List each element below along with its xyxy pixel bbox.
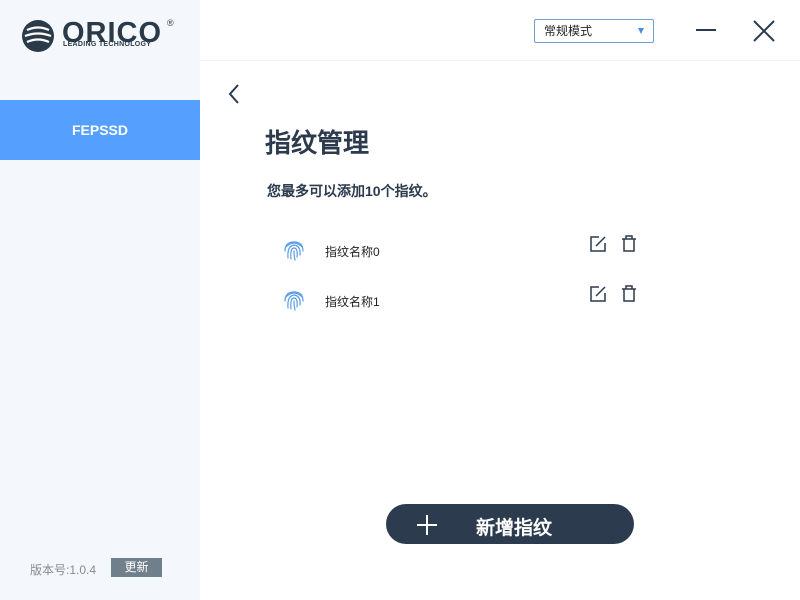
version-label: 版本号:1.0.4 bbox=[30, 563, 97, 577]
close-icon[interactable] bbox=[751, 18, 777, 44]
edit-icon[interactable] bbox=[588, 234, 608, 254]
fingerprint-list-item: 指纹名称0 bbox=[280, 234, 640, 264]
app-window: ORICO ® LEADING TECHNOLOGY FEPSSD 版本号:1.… bbox=[0, 0, 800, 600]
sidebar: ORICO ® LEADING TECHNOLOGY FEPSSD 版本号:1.… bbox=[0, 0, 200, 600]
fingerprint-list-item: 指纹名称1 bbox=[280, 284, 640, 314]
chevron-down-icon bbox=[638, 28, 644, 34]
mode-select[interactable]: 常规模式 bbox=[534, 19, 654, 43]
orico-logo-icon bbox=[22, 20, 54, 52]
trash-icon[interactable] bbox=[619, 234, 639, 254]
fingerprint-icon bbox=[284, 291, 304, 311]
brand-logo: ORICO ® LEADING TECHNOLOGY bbox=[20, 16, 180, 56]
edit-icon[interactable] bbox=[588, 284, 608, 304]
header-divider bbox=[200, 60, 800, 61]
brand-tagline: LEADING TECHNOLOGY bbox=[63, 41, 152, 48]
fingerprint-name: 指纹名称0 bbox=[325, 245, 380, 259]
trash-icon[interactable] bbox=[619, 284, 639, 304]
fingerprint-icon bbox=[284, 241, 304, 261]
fingerprint-limit-note: 您最多可以添加10个指纹。 bbox=[267, 183, 437, 199]
brand-reg-mark: ® bbox=[167, 18, 174, 28]
mode-select-value: 常规模式 bbox=[544, 24, 593, 38]
update-button[interactable]: 更新 bbox=[111, 558, 162, 577]
sidebar-item-fepssd[interactable]: FEPSSD bbox=[0, 100, 200, 160]
plus-icon bbox=[417, 515, 437, 535]
minimize-icon[interactable] bbox=[694, 20, 718, 40]
back-arrow-icon[interactable] bbox=[224, 82, 246, 106]
page-title: 指纹管理 bbox=[265, 128, 370, 158]
fingerprint-name: 指纹名称1 bbox=[325, 295, 380, 309]
add-fingerprint-label: 新增指纹 bbox=[476, 518, 553, 539]
add-fingerprint-button[interactable]: 新增指纹 bbox=[386, 504, 634, 544]
